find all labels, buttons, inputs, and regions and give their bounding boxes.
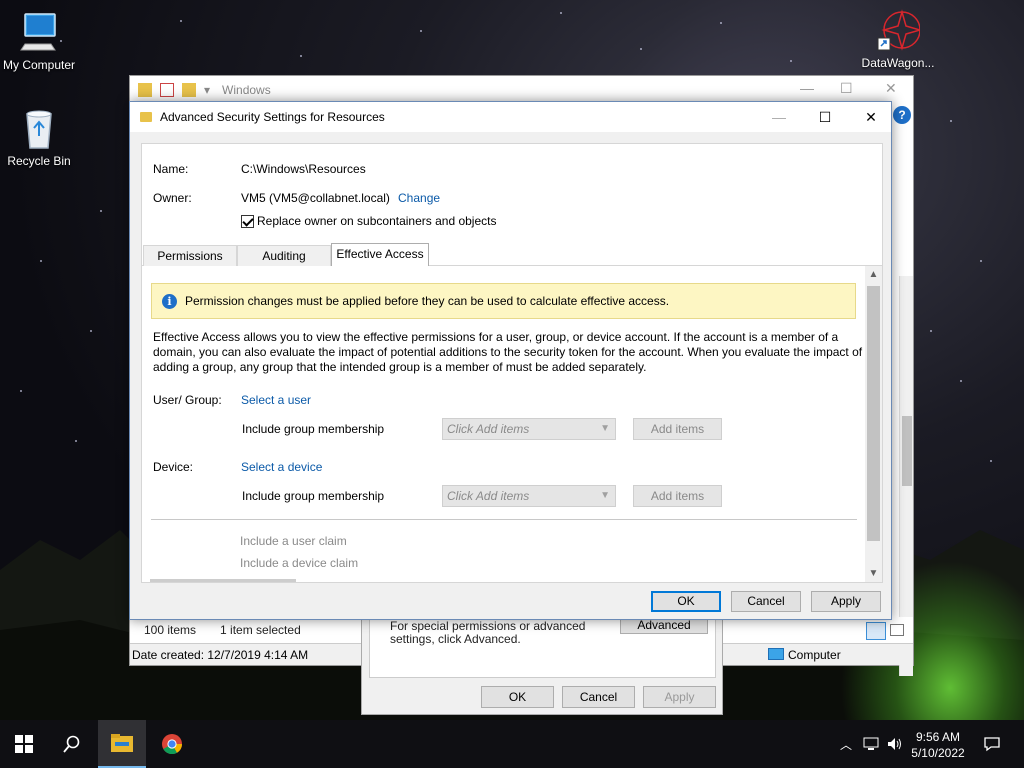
device-label: Device: — [153, 460, 194, 474]
start-button[interactable] — [0, 720, 48, 768]
properties-apply-button[interactable]: Apply — [643, 686, 716, 708]
properties-ok-button[interactable]: OK — [481, 686, 554, 708]
effective-access-content: i Permission changes must be applied bef… — [142, 266, 882, 582]
scroll-up-icon[interactable]: ▲ — [865, 266, 882, 283]
close-icon[interactable]: ✕ — [885, 80, 897, 97]
apply-button[interactable]: Apply — [811, 591, 881, 612]
include-device-claim-link[interactable]: Include a device claim — [240, 556, 358, 570]
tab-auditing[interactable]: Auditing — [237, 245, 331, 266]
user-include-membership-label: Include group membership — [242, 422, 385, 436]
file-explorer-icon — [111, 734, 133, 752]
effective-access-description: Effective Access allows you to view the … — [153, 330, 863, 374]
windows-logo-icon — [15, 735, 33, 753]
clock-time: 9:56 AM — [915, 730, 961, 744]
combo-placeholder: Click Add items — [447, 489, 530, 503]
device-group-membership-combo[interactable]: Click Add items ▼ — [442, 485, 616, 507]
advanced-security-dialog: Advanced Security Settings for Resources… — [129, 101, 892, 620]
folder-icon — [140, 112, 152, 122]
properties-note: For special permissions or advanced sett… — [390, 619, 586, 646]
select-user-link[interactable]: Select a user — [241, 393, 311, 407]
action-center-icon[interactable] — [978, 720, 1006, 768]
scrollbar-thumb[interactable] — [867, 286, 880, 541]
info-icon: i — [162, 293, 177, 309]
device-include-membership-label: Include group membership — [242, 489, 385, 503]
scrollbar-thumb[interactable] — [902, 416, 912, 486]
show-hidden-icons-chevron-icon[interactable]: ︿ — [836, 720, 856, 768]
tab-effective-access[interactable]: Effective Access — [331, 243, 429, 266]
desktop-icon-datawagon[interactable]: DataWagon... — [852, 8, 944, 70]
dialog-titlebar: Advanced Security Settings for Resources… — [130, 102, 891, 132]
selected-count: 1 item selected — [220, 623, 301, 637]
ok-button[interactable]: OK — [651, 591, 721, 612]
select-device-link[interactable]: Select a device — [241, 460, 322, 474]
chevron-down-icon: ▼ — [600, 490, 610, 501]
minimize-icon[interactable]: — — [756, 102, 802, 132]
device-add-items-button[interactable]: Add items — [633, 485, 722, 507]
file-explorer-taskbar-button[interactable] — [98, 720, 146, 768]
minimize-icon[interactable]: — — [800, 80, 814, 96]
datawagon-shortcut-icon — [877, 9, 920, 51]
name-value: C:\Windows\Resources — [241, 162, 366, 176]
tab-permissions[interactable]: Permissions — [143, 245, 237, 266]
clock-date: 5/10/2022 — [911, 746, 965, 760]
desktop-icon-label: Recycle Bin — [7, 154, 71, 168]
chrome-icon — [162, 734, 183, 755]
taskbar: ︿ 9:56 AM 5/10/2022 — [0, 720, 1024, 768]
clock[interactable]: 9:56 AM 5/10/2022 — [902, 729, 974, 761]
info-banner-text: Permission changes must be applied befor… — [185, 294, 670, 308]
scroll-down-icon[interactable]: ▼ — [865, 565, 882, 582]
chrome-taskbar-button[interactable] — [148, 720, 196, 768]
help-icon[interactable]: ? — [893, 106, 911, 124]
change-owner-link[interactable]: Change — [398, 191, 440, 205]
explorer-titlebar: ▾ Windows — ☐ ✕ — [130, 76, 913, 104]
info-banner: i Permission changes must be applied bef… — [151, 283, 856, 319]
dialog-title: Advanced Security Settings for Resources — [160, 110, 385, 124]
search-button[interactable] — [48, 720, 96, 768]
replace-owner-checkbox[interactable] — [241, 215, 254, 228]
include-user-claim-link[interactable]: Include a user claim — [240, 534, 347, 548]
network-icon[interactable] — [860, 720, 882, 768]
desktop-icon-my-computer[interactable]: My Computer — [0, 10, 84, 72]
explorer-scrollbar[interactable] — [899, 276, 913, 676]
properties-cancel-button[interactable]: Cancel — [562, 686, 635, 708]
item-count: 100 items — [144, 623, 197, 637]
divider — [151, 519, 857, 520]
tab-bar: Permissions Auditing Effective Access — [142, 243, 882, 266]
quick-access-dropdown-icon[interactable]: ▾ — [204, 83, 210, 97]
desktop-icon-recycle-bin[interactable]: Recycle Bin — [0, 106, 84, 168]
large-icons-view-icon[interactable] — [890, 624, 904, 636]
search-icon — [63, 735, 80, 753]
properties-dialog: For special permissions or advanced sett… — [361, 605, 723, 715]
properties-icon[interactable] — [160, 83, 174, 97]
desktop-icon-label: My Computer — [2, 58, 76, 72]
owner-value: VM5 (VM5@collabnet.local) — [241, 191, 390, 205]
combo-placeholder: Click Add items — [447, 422, 530, 436]
desktop-icon-label: DataWagon... — [861, 56, 935, 70]
cancel-button[interactable]: Cancel — [731, 591, 801, 612]
details-view-icon[interactable] — [866, 622, 886, 640]
folder-icon — [138, 83, 152, 97]
name-label: Name: — [153, 162, 189, 176]
close-icon[interactable]: ✕ — [848, 102, 894, 132]
dialog-panel: Name: C:\Windows\Resources Owner: VM5 (V… — [141, 143, 883, 583]
horizontal-scrollbar-thumb[interactable] — [150, 579, 296, 582]
maximize-icon[interactable]: ☐ — [802, 102, 848, 132]
explorer-title: Windows — [222, 83, 271, 97]
user-group-label: User/ Group: — [153, 393, 222, 407]
maximize-icon[interactable]: ☐ — [840, 80, 853, 97]
new-folder-icon[interactable] — [182, 83, 196, 97]
user-add-items-button[interactable]: Add items — [633, 418, 722, 440]
chevron-down-icon: ▼ — [600, 423, 610, 434]
replace-owner-label: Replace owner on subcontainers and objec… — [257, 214, 497, 228]
date-created: Date created: 12/7/2019 4:14 AM — [132, 647, 309, 662]
computer-icon — [768, 648, 784, 660]
computer-icon — [20, 13, 56, 51]
user-group-membership-combo[interactable]: Click Add items ▼ — [442, 418, 616, 440]
location-label: Computer — [788, 648, 841, 662]
owner-label: Owner: — [153, 191, 192, 205]
recycle-bin-icon — [26, 110, 52, 149]
vertical-scrollbar[interactable]: ▲ ▼ — [865, 266, 882, 582]
